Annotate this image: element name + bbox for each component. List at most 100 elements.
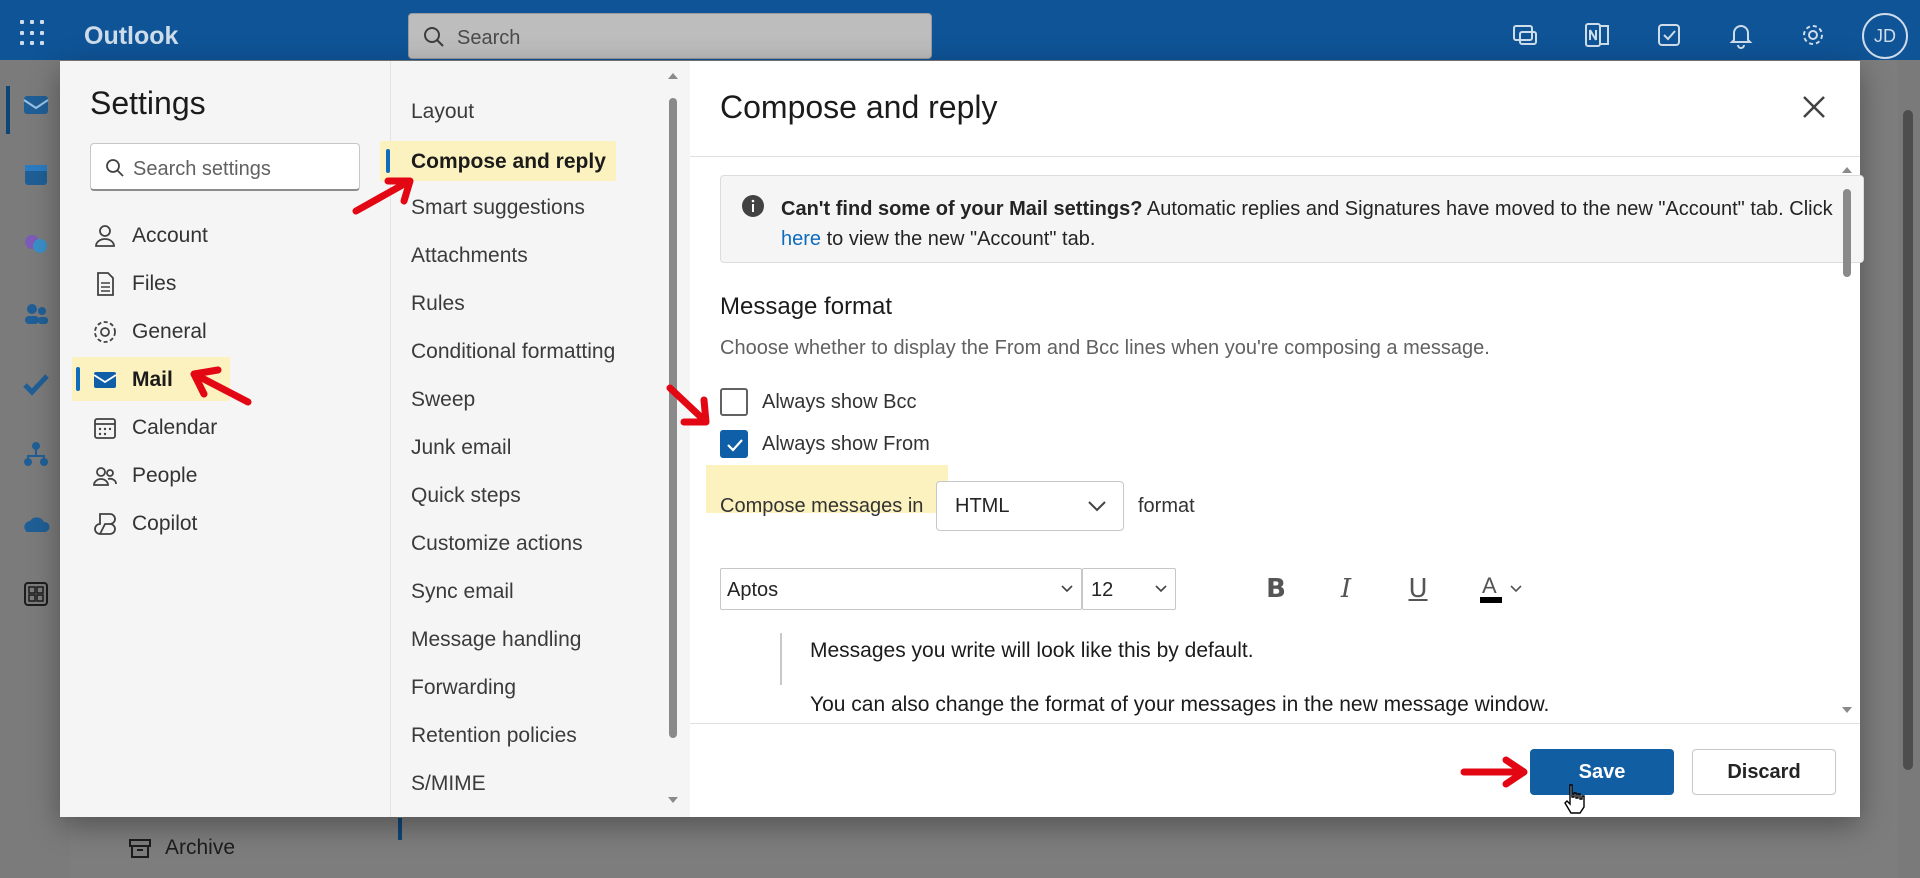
scroll-up-arrow-icon[interactable] bbox=[1842, 167, 1852, 173]
mail-icon bbox=[93, 372, 117, 388]
todo-app-icon[interactable] bbox=[22, 370, 50, 398]
scroll-down-arrow-icon[interactable] bbox=[668, 797, 678, 803]
chevron-down-icon bbox=[1088, 501, 1106, 512]
checkbox-label: Always show Bcc bbox=[762, 391, 917, 413]
settings-search-input[interactable]: Search settings bbox=[90, 143, 360, 191]
section-retention-policies[interactable]: Retention policies bbox=[390, 715, 690, 755]
people-icon bbox=[93, 467, 117, 486]
compose-format-dropdown[interactable]: HTML bbox=[936, 481, 1124, 531]
section-smart-suggestions[interactable]: Smart suggestions bbox=[390, 187, 690, 227]
more-apps-icon[interactable] bbox=[22, 580, 50, 608]
category-label: Files bbox=[132, 272, 177, 295]
scroll-down-arrow-icon[interactable] bbox=[1842, 707, 1852, 713]
category-people[interactable]: People bbox=[60, 453, 390, 497]
content-scrollbar-thumb[interactable] bbox=[1843, 189, 1851, 277]
calendar-app-icon[interactable] bbox=[22, 160, 50, 188]
font-size-dropdown[interactable]: 12 bbox=[1082, 568, 1176, 610]
panel-header-divider bbox=[690, 156, 1860, 157]
section-label: Retention policies bbox=[411, 724, 577, 747]
section-label: Junk email bbox=[411, 436, 512, 459]
panel-title: Compose and reply bbox=[720, 89, 998, 125]
content-scrollbar[interactable] bbox=[1840, 97, 1854, 713]
section-message-handling[interactable]: Message handling bbox=[390, 619, 690, 659]
checkbox-box[interactable] bbox=[720, 388, 748, 416]
section-quick-steps[interactable]: Quick steps bbox=[390, 475, 690, 515]
chevron-down-icon bbox=[1155, 585, 1167, 593]
people-app-icon[interactable] bbox=[22, 300, 50, 328]
app-launcher-icon[interactable] bbox=[20, 20, 46, 46]
org-explorer-icon[interactable] bbox=[22, 440, 50, 468]
category-label: Calendar bbox=[132, 416, 218, 439]
font-family-dropdown[interactable]: Aptos bbox=[720, 568, 1082, 610]
section-conditional-formatting[interactable]: Conditional formatting bbox=[390, 331, 690, 371]
underline-button[interactable]: U bbox=[1402, 573, 1434, 605]
section-label: Rules bbox=[411, 292, 465, 315]
scroll-up-arrow-icon[interactable] bbox=[668, 73, 678, 79]
mail-app-icon[interactable] bbox=[22, 90, 50, 118]
search-icon bbox=[424, 27, 444, 47]
selection-indicator bbox=[76, 367, 80, 391]
gear-icon bbox=[94, 321, 116, 343]
bold-button[interactable]: B bbox=[1260, 573, 1292, 605]
font-color-letter: A bbox=[1482, 573, 1497, 598]
section-label: Conditional formatting bbox=[411, 340, 616, 363]
section-sync-email[interactable]: Sync email bbox=[390, 571, 690, 611]
section-forwarding[interactable]: Forwarding bbox=[390, 667, 690, 707]
rail-active-indicator bbox=[6, 86, 10, 134]
section-attachments[interactable]: Attachments bbox=[390, 235, 690, 275]
category-account[interactable]: Account bbox=[60, 213, 390, 257]
category-general[interactable]: General bbox=[60, 309, 390, 353]
bell-icon[interactable] bbox=[1726, 20, 1756, 50]
section-label: Forwarding bbox=[411, 676, 517, 699]
discard-button[interactable]: Discard bbox=[1692, 749, 1836, 795]
font-color-button[interactable]: A bbox=[1478, 573, 1530, 605]
checkmark-icon bbox=[727, 439, 743, 452]
onedrive-icon[interactable] bbox=[22, 510, 50, 538]
save-button[interactable]: Save bbox=[1530, 749, 1674, 795]
section-label: Customize actions bbox=[411, 532, 583, 555]
settings-title: Settings bbox=[90, 85, 206, 121]
font-color-swatch bbox=[1480, 597, 1502, 603]
info-banner-bold: Can't find some of your Mail settings? bbox=[781, 198, 1143, 220]
section-scrollbar[interactable] bbox=[666, 73, 680, 803]
category-label: People bbox=[132, 464, 198, 487]
search-icon bbox=[106, 159, 124, 177]
section-smime[interactable]: S/MIME bbox=[390, 763, 690, 803]
account-tab-link[interactable]: here bbox=[781, 228, 821, 250]
font-family-value: Aptos bbox=[727, 579, 779, 601]
info-banner-text-1: Automatic replies and Signatures have mo… bbox=[1142, 198, 1833, 220]
font-size-value: 12 bbox=[1091, 579, 1114, 601]
search-box[interactable]: Search bbox=[408, 13, 932, 59]
category-label: Copilot bbox=[132, 512, 198, 535]
chevron-down-icon bbox=[1061, 585, 1073, 593]
search-placeholder: Search bbox=[457, 27, 521, 49]
selection-indicator bbox=[386, 149, 390, 173]
category-label: Mail bbox=[132, 368, 173, 391]
section-label: Sweep bbox=[411, 388, 476, 411]
checkbox-label: Always show From bbox=[762, 433, 930, 455]
section-sweep[interactable]: Sweep bbox=[390, 379, 690, 419]
gear-icon[interactable] bbox=[1798, 20, 1828, 50]
category-files[interactable]: Files bbox=[60, 261, 390, 305]
avatar[interactable]: JD bbox=[1862, 13, 1908, 59]
section-layout[interactable]: Layout bbox=[390, 91, 690, 131]
teams-chat-icon[interactable] bbox=[1510, 20, 1540, 50]
checkbox-box[interactable] bbox=[720, 430, 748, 458]
section-rules[interactable]: Rules bbox=[390, 283, 690, 323]
page-scrollbar-thumb[interactable] bbox=[1903, 110, 1913, 770]
section-compose-and-reply[interactable]: Compose and reply bbox=[380, 141, 680, 181]
compose-format-suffix: format bbox=[1138, 495, 1195, 517]
todo-icon[interactable] bbox=[1654, 20, 1684, 50]
archive-folder-label[interactable]: Archive bbox=[165, 836, 235, 860]
section-customize-actions[interactable]: Customize actions bbox=[390, 523, 690, 563]
copilot-app-icon[interactable] bbox=[22, 230, 50, 258]
section-label: Attachments bbox=[411, 244, 528, 267]
chevron-down-icon bbox=[1510, 585, 1522, 593]
close-icon[interactable] bbox=[1796, 89, 1832, 125]
onenote-icon[interactable] bbox=[1582, 20, 1612, 50]
category-label: General bbox=[132, 320, 207, 343]
section-junk-email[interactable]: Junk email bbox=[390, 427, 690, 467]
italic-button[interactable]: I bbox=[1330, 573, 1362, 605]
category-calendar[interactable]: Calendar bbox=[60, 405, 390, 449]
category-copilot[interactable]: Copilot bbox=[60, 501, 390, 545]
